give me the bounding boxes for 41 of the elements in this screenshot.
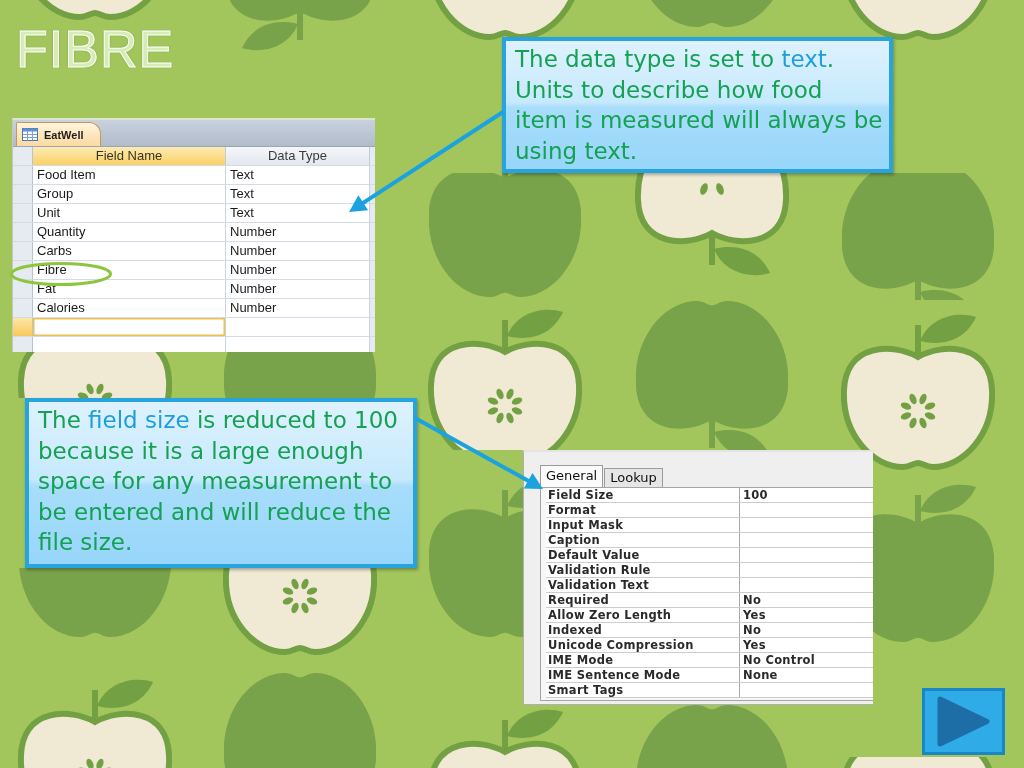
property-name: IME Sentence Mode — [546, 668, 740, 682]
callout-text: The data type is set to text. Units to describe how food item is measured will always be using text. — [515, 45, 881, 166]
property-value: None — [742, 668, 779, 682]
property-name: Input Mask — [546, 518, 740, 532]
property-name: Validation Text — [546, 578, 740, 592]
next-button[interactable] — [922, 688, 1005, 755]
row-selector — [13, 185, 33, 203]
tab[interactable]: Lookup — [604, 468, 663, 487]
property-name: Allow Zero Length — [546, 608, 740, 622]
play-icon — [937, 696, 990, 747]
property-name: Format — [546, 503, 740, 517]
tab[interactable]: General — [540, 465, 604, 487]
property-name: Required — [546, 593, 740, 607]
slide-title: FIBRE — [16, 25, 175, 73]
property-value: Yes — [742, 638, 767, 652]
row-selector — [13, 223, 33, 241]
row-selector — [13, 242, 33, 260]
property-name: Caption — [546, 533, 740, 547]
property-value: No Control — [742, 653, 817, 667]
property-name: Indexed — [546, 623, 740, 637]
property-name: Unicode Compression — [546, 638, 740, 652]
document-tab[interactable]: EatWell — [16, 122, 101, 146]
row-selector — [13, 337, 33, 352]
property-value: No — [742, 623, 763, 637]
property-name: IME Mode — [546, 653, 740, 667]
property-name: Field Size — [546, 488, 740, 502]
column-header: Data Type — [226, 147, 370, 165]
property-value: Yes — [742, 608, 767, 622]
row-selector — [13, 299, 33, 317]
callout-text: The field size is reduced to 100 because it is a large enough space for any measurement to be entered and will reduce the file size. — [38, 406, 399, 557]
property-name: Smart Tags — [546, 683, 740, 697]
new-record-field[interactable] — [33, 318, 226, 336]
select-all-corner — [13, 147, 33, 165]
row-selector — [13, 166, 33, 184]
property-value: No — [742, 593, 763, 607]
table-icon — [22, 128, 38, 141]
property-name: Default Value — [546, 548, 740, 562]
property-value: 100 — [742, 488, 769, 502]
property-name: Validation Rule — [546, 563, 740, 577]
column-header: Field Name — [33, 147, 226, 165]
row-selector — [13, 204, 33, 222]
